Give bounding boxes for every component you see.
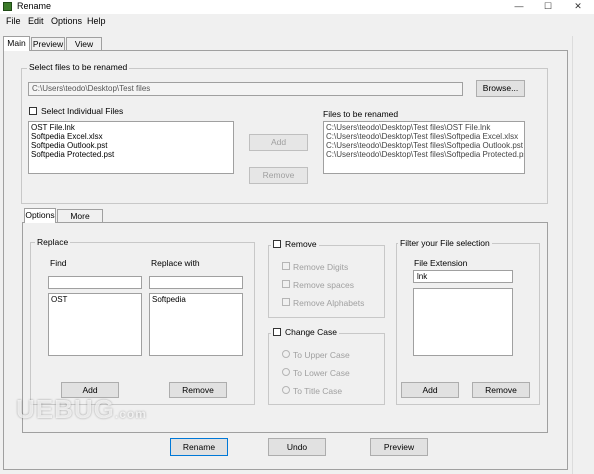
replace-with-input[interactable] <box>149 276 243 289</box>
menu-edit[interactable]: Edit <box>28 16 44 26</box>
watermark-text: UEBUG <box>16 394 115 424</box>
file-extension-input[interactable]: lnk <box>413 270 513 283</box>
list-item[interactable]: C:\Users\teodo\Desktop\Test files\Softpe… <box>326 132 522 141</box>
list-item[interactable]: Softpedia <box>152 295 240 304</box>
find-input[interactable] <box>48 276 142 289</box>
close-button[interactable]: ✕ <box>565 0 591 14</box>
undo-button[interactable]: Undo <box>268 438 326 456</box>
files-to-rename-list[interactable]: C:\Users\teodo\Desktop\Test files\OST Fi… <box>323 121 525 174</box>
folder-path-field[interactable]: C:\Users\teodo\Desktop\Test files <box>28 82 463 96</box>
replace-with-list[interactable]: Softpedia <box>149 293 243 356</box>
list-item[interactable]: OST File.lnk <box>31 123 231 132</box>
source-files-list[interactable]: OST File.lnk Softpedia Excel.xlsx Softpe… <box>28 121 234 174</box>
tab-options[interactable]: Options <box>24 208 56 223</box>
list-item[interactable]: Softpedia Excel.xlsx <box>31 132 231 141</box>
lower-case-label: To Lower Case <box>293 368 350 378</box>
replace-legend: Replace <box>35 237 71 247</box>
remove-alphabets-checkbox[interactable] <box>282 298 290 306</box>
title-case-radio[interactable] <box>282 386 290 394</box>
list-item[interactable]: OST <box>51 295 139 304</box>
find-list[interactable]: OST <box>48 293 142 356</box>
preview-button[interactable]: Preview <box>370 438 428 456</box>
lower-case-radio[interactable] <box>282 368 290 376</box>
title-bar: Rename — ☐ ✕ <box>0 0 594 14</box>
app-icon <box>3 2 12 11</box>
upper-case-radio[interactable] <box>282 350 290 358</box>
select-individual-label: Select Individual Files <box>41 106 124 116</box>
remove-spaces-label: Remove spaces <box>293 280 354 290</box>
title-case-label: To Title Case <box>293 386 343 396</box>
vertical-scrollbar[interactable] <box>572 36 586 474</box>
remove-digits-label: Remove Digits <box>293 262 349 272</box>
filter-remove-button[interactable]: Remove <box>472 382 530 398</box>
list-item[interactable]: C:\Users\teodo\Desktop\Test files\OST Fi… <box>326 123 522 132</box>
remove-alphabets-label: Remove Alphabets <box>293 298 365 308</box>
remove-digits-checkbox[interactable] <box>282 262 290 270</box>
browse-button[interactable]: Browse... <box>476 80 525 97</box>
menu-help[interactable]: Help <box>87 16 106 26</box>
upper-case-label: To Upper Case <box>293 350 350 360</box>
tab-view-log[interactable]: View Log <box>66 37 102 62</box>
filter-add-button[interactable]: Add <box>401 382 459 398</box>
minimize-button[interactable]: — <box>506 0 532 14</box>
replace-remove-button[interactable]: Remove <box>169 382 227 398</box>
tab-preview[interactable]: Preview <box>31 37 65 51</box>
list-item[interactable]: Softpedia Protected.pst <box>31 150 231 159</box>
list-item[interactable]: Softpedia Outlook.pst <box>31 141 231 150</box>
list-item[interactable]: C:\Users\teodo\Desktop\Test files\Softpe… <box>326 150 524 159</box>
select-files-legend: Select files to be renamed <box>27 62 130 72</box>
watermark-logo: UEBUG.com <box>16 394 147 425</box>
remove-files-button[interactable]: Remove <box>249 167 308 184</box>
file-extension-list[interactable] <box>413 288 513 356</box>
list-item[interactable]: C:\Users\teodo\Desktop\Test files\Softpe… <box>326 141 523 150</box>
change-case-legend: Change Case <box>271 327 339 337</box>
replace-with-label: Replace with <box>151 258 200 268</box>
menu-bar: File Edit Options Help <box>0 14 594 29</box>
watermark-suffix: .com <box>114 407 147 421</box>
remove-checkbox[interactable] <box>273 240 281 248</box>
window-title: Rename <box>17 1 52 11</box>
tab-more-options[interactable]: More Options <box>57 209 103 234</box>
change-case-checkbox[interactable] <box>273 328 281 336</box>
filter-legend: Filter your File selection <box>398 238 492 248</box>
menu-options[interactable]: Options <box>51 16 82 26</box>
tab-main[interactable]: Main <box>3 36 30 51</box>
file-extension-label: File Extension <box>414 258 468 268</box>
select-individual-checkbox[interactable] <box>29 107 37 115</box>
menu-file[interactable]: File <box>6 16 21 26</box>
maximize-button[interactable]: ☐ <box>535 0 561 14</box>
files-to-rename-label: Files to be renamed <box>323 109 399 119</box>
rename-button[interactable]: Rename <box>170 438 228 456</box>
find-label: Find <box>50 258 67 268</box>
remove-spaces-checkbox[interactable] <box>282 280 290 288</box>
add-files-button[interactable]: Add <box>249 134 308 151</box>
